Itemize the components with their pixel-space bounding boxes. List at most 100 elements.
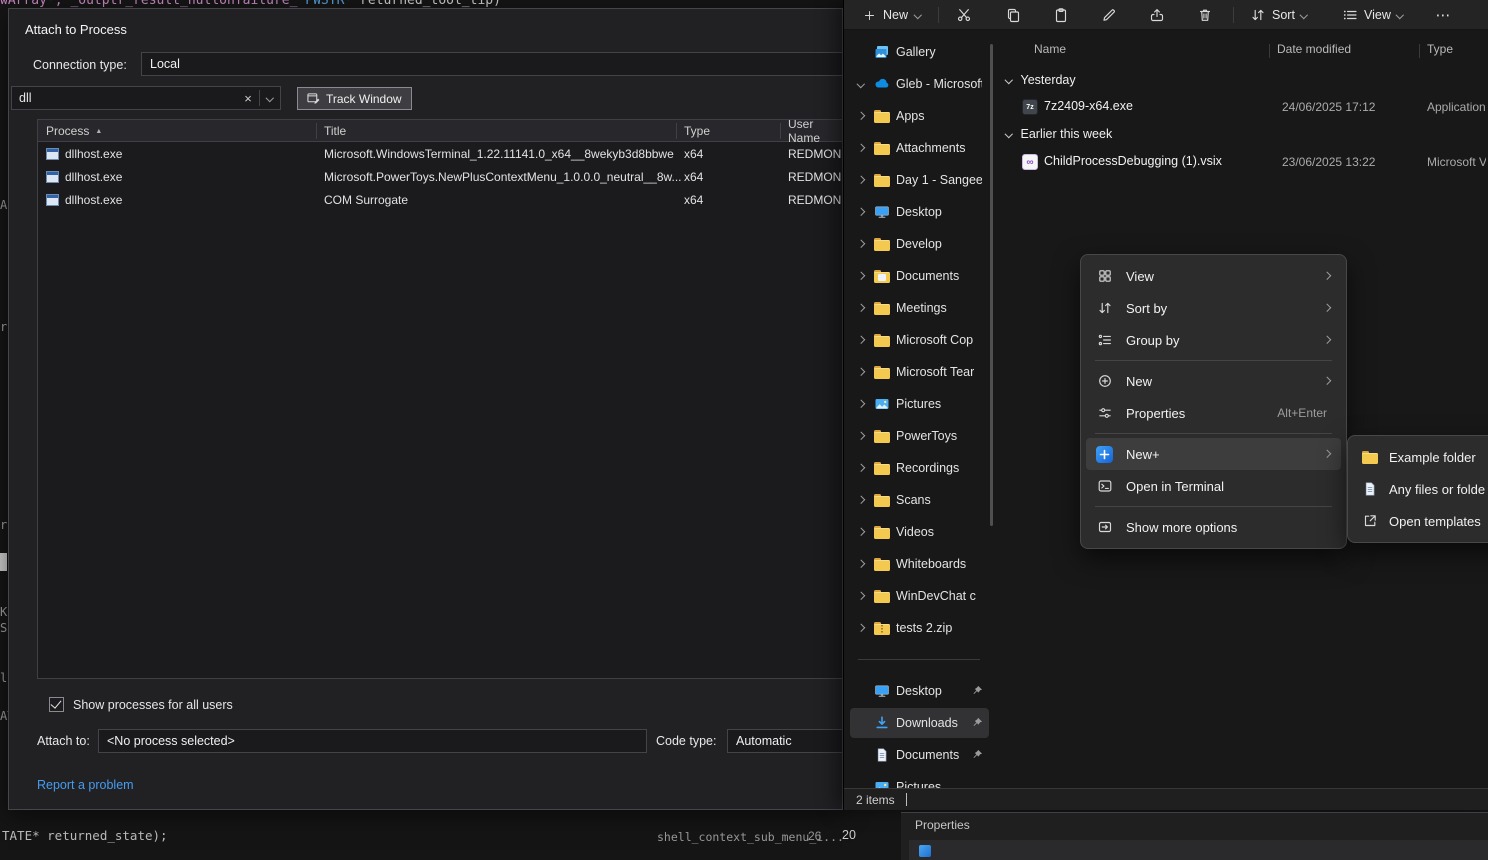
context-menu-item-new[interactable]: New [1086, 365, 1341, 397]
terminal-icon [1097, 478, 1113, 494]
column-header-process[interactable]: Process▲ [46, 120, 102, 142]
process-row[interactable]: dllhost.exe Microsoft.WindowsTerminal_1.… [38, 143, 842, 166]
sidebar-item-microsoft-cop[interactable]: Microsoft Cop [850, 325, 989, 355]
sidebar-item-microsoft-tear[interactable]: Microsoft Tear [850, 357, 989, 387]
file-row[interactable]: ∞ ChildProcessDebugging (1).vsix 23/06/2… [1000, 149, 1486, 175]
connection-type-value: Local [150, 57, 180, 71]
sidebar-item-powertoys[interactable]: PowerToys [850, 421, 989, 451]
paste-button[interactable] [1044, 3, 1078, 27]
context-menu-item-sort-by[interactable]: Sort by [1086, 292, 1341, 324]
gallery-icon [874, 44, 890, 60]
folder-icon [874, 238, 890, 251]
sidebar-item-pictures[interactable]: Pictures [850, 389, 989, 419]
sidebar-item-whiteboards[interactable]: Whiteboards [850, 549, 989, 579]
chevron-right-icon[interactable] [857, 528, 865, 536]
folder-icon [874, 526, 890, 539]
menu-separator [1095, 506, 1332, 507]
context-menu-item-new-plus[interactable]: New+ [1086, 438, 1341, 470]
sidebar-item-tests-zip[interactable]: tests 2.zip [850, 613, 989, 643]
process-row[interactable]: dllhost.exe Microsoft.PowerToys.NewPlusC… [38, 166, 842, 189]
delete-button[interactable] [1188, 3, 1222, 27]
shortcut-label: Alt+Enter [1277, 406, 1327, 420]
menu-separator [1095, 433, 1332, 434]
column-header-title[interactable]: Title [324, 120, 346, 142]
chevron-right-icon[interactable] [857, 464, 865, 472]
new-button[interactable]: New [854, 3, 930, 27]
process-filter-input[interactable]: dll × [11, 86, 281, 110]
report-a-problem-link[interactable]: Report a problem [37, 778, 134, 792]
chevron-right-icon[interactable] [857, 336, 865, 344]
column-header-date-modified[interactable]: Date modified [1277, 42, 1351, 56]
share-button[interactable] [1140, 3, 1174, 27]
submenu-item-open-templates[interactable]: Open templates [1353, 505, 1488, 537]
sidebar-item-windevchat[interactable]: WinDevChat c [850, 581, 989, 611]
submenu-item-example-folder[interactable]: Example folder [1353, 441, 1488, 473]
view-button[interactable]: View [1334, 3, 1410, 27]
copy-button[interactable] [996, 3, 1030, 27]
sidebar-item-recordings[interactable]: Recordings [850, 453, 989, 483]
group-header-yesterday[interactable]: Yesterday [1006, 71, 1076, 89]
sidebar-item-onedrive-gleb[interactable]: Gleb - Microsoft [850, 69, 989, 99]
chevron-right-icon[interactable] [857, 112, 865, 120]
chevron-right-icon[interactable] [857, 208, 865, 216]
chevron-right-icon[interactable] [857, 496, 865, 504]
submenu-item-any-files[interactable]: Any files or folde [1353, 473, 1488, 505]
column-header-user[interactable]: User Name [788, 120, 842, 142]
context-menu-item-view[interactable]: View [1086, 260, 1341, 292]
clear-filter-button[interactable]: × [237, 91, 259, 106]
context-menu-item-group-by[interactable]: Group by [1086, 324, 1341, 356]
sidebar-item-desktop[interactable]: Desktop [850, 197, 989, 227]
connection-type-select[interactable]: Local [141, 52, 843, 76]
chevron-right-icon[interactable] [857, 400, 865, 408]
chevron-right-icon[interactable] [857, 176, 865, 184]
sidebar-item-apps[interactable]: Apps [850, 101, 989, 131]
chevron-right-icon[interactable] [857, 592, 865, 600]
sidebar-item-attachments[interactable]: Attachments [850, 133, 989, 163]
context-menu-item-open-in-terminal[interactable]: Open in Terminal [1086, 470, 1341, 502]
code-type-select[interactable]: Automatic [727, 729, 843, 753]
sidebar-item-documents[interactable]: Documents [850, 261, 989, 291]
context-menu-item-properties[interactable]: Properties Alt+Enter [1086, 397, 1341, 429]
file-row[interactable]: 7z 7z2409-x64.exe 24/06/2025 17:12 Appli… [1000, 94, 1486, 120]
zip-folder-icon [874, 622, 890, 635]
more-options-button[interactable]: ⋯ [1429, 3, 1457, 27]
group-header-earlier-this-week[interactable]: Earlier this week [1006, 125, 1112, 143]
chevron-right-icon[interactable] [857, 144, 865, 152]
chevron-down-icon[interactable] [857, 80, 865, 88]
sort-button[interactable]: Sort [1242, 3, 1314, 27]
sidebar-item-documents-pinned[interactable]: Documents [850, 740, 989, 770]
sidebar-item-desktop-pinned[interactable]: Desktop [850, 676, 989, 706]
chevron-down-icon [1300, 11, 1308, 19]
show-all-users-checkbox[interactable]: Show processes for all users [49, 697, 233, 712]
chevron-right-icon[interactable] [857, 560, 865, 568]
chevron-right-icon[interactable] [857, 240, 865, 248]
track-window-button[interactable]: Track Window [297, 87, 412, 110]
sidebar-item-develop[interactable]: Develop [850, 229, 989, 259]
attach-to-field[interactable]: <No process selected> [98, 729, 647, 753]
filter-dropdown-button[interactable] [260, 95, 280, 101]
column-header-type[interactable]: Type [1427, 42, 1453, 56]
sidebar-item-gallery[interactable]: Gallery [850, 37, 989, 67]
chevron-right-icon[interactable] [857, 624, 865, 632]
column-header-type[interactable]: Type [684, 120, 710, 142]
nav-scrollbar[interactable] [990, 44, 993, 526]
sidebar-item-downloads-pinned[interactable]: Downloads [850, 708, 989, 738]
chevron-right-icon[interactable] [857, 304, 865, 312]
chevron-right-icon[interactable] [857, 432, 865, 440]
sidebar-item-scans[interactable]: Scans [850, 485, 989, 515]
divider [1269, 44, 1270, 58]
sidebar-item-meetings[interactable]: Meetings [850, 293, 989, 323]
chevron-right-icon[interactable] [857, 272, 865, 280]
attach-to-label: Attach to: [37, 734, 90, 748]
column-header-name[interactable]: Name [1034, 42, 1066, 56]
attach-to-process-dialog: Attach to Process Connection type: Local… [8, 8, 843, 810]
process-row[interactable]: dllhost.exe COM Surrogate x64 REDMOND [38, 189, 842, 212]
checkbox-checked-icon[interactable] [49, 697, 64, 712]
sidebar-item-day1[interactable]: Day 1 - Sangee [850, 165, 989, 195]
cut-button[interactable] [947, 3, 981, 27]
properties-panel-row[interactable] [909, 840, 1488, 860]
rename-button[interactable] [1092, 3, 1126, 27]
sidebar-item-videos[interactable]: Videos [850, 517, 989, 547]
context-menu-item-show-more-options[interactable]: Show more options [1086, 511, 1341, 543]
chevron-right-icon[interactable] [857, 368, 865, 376]
